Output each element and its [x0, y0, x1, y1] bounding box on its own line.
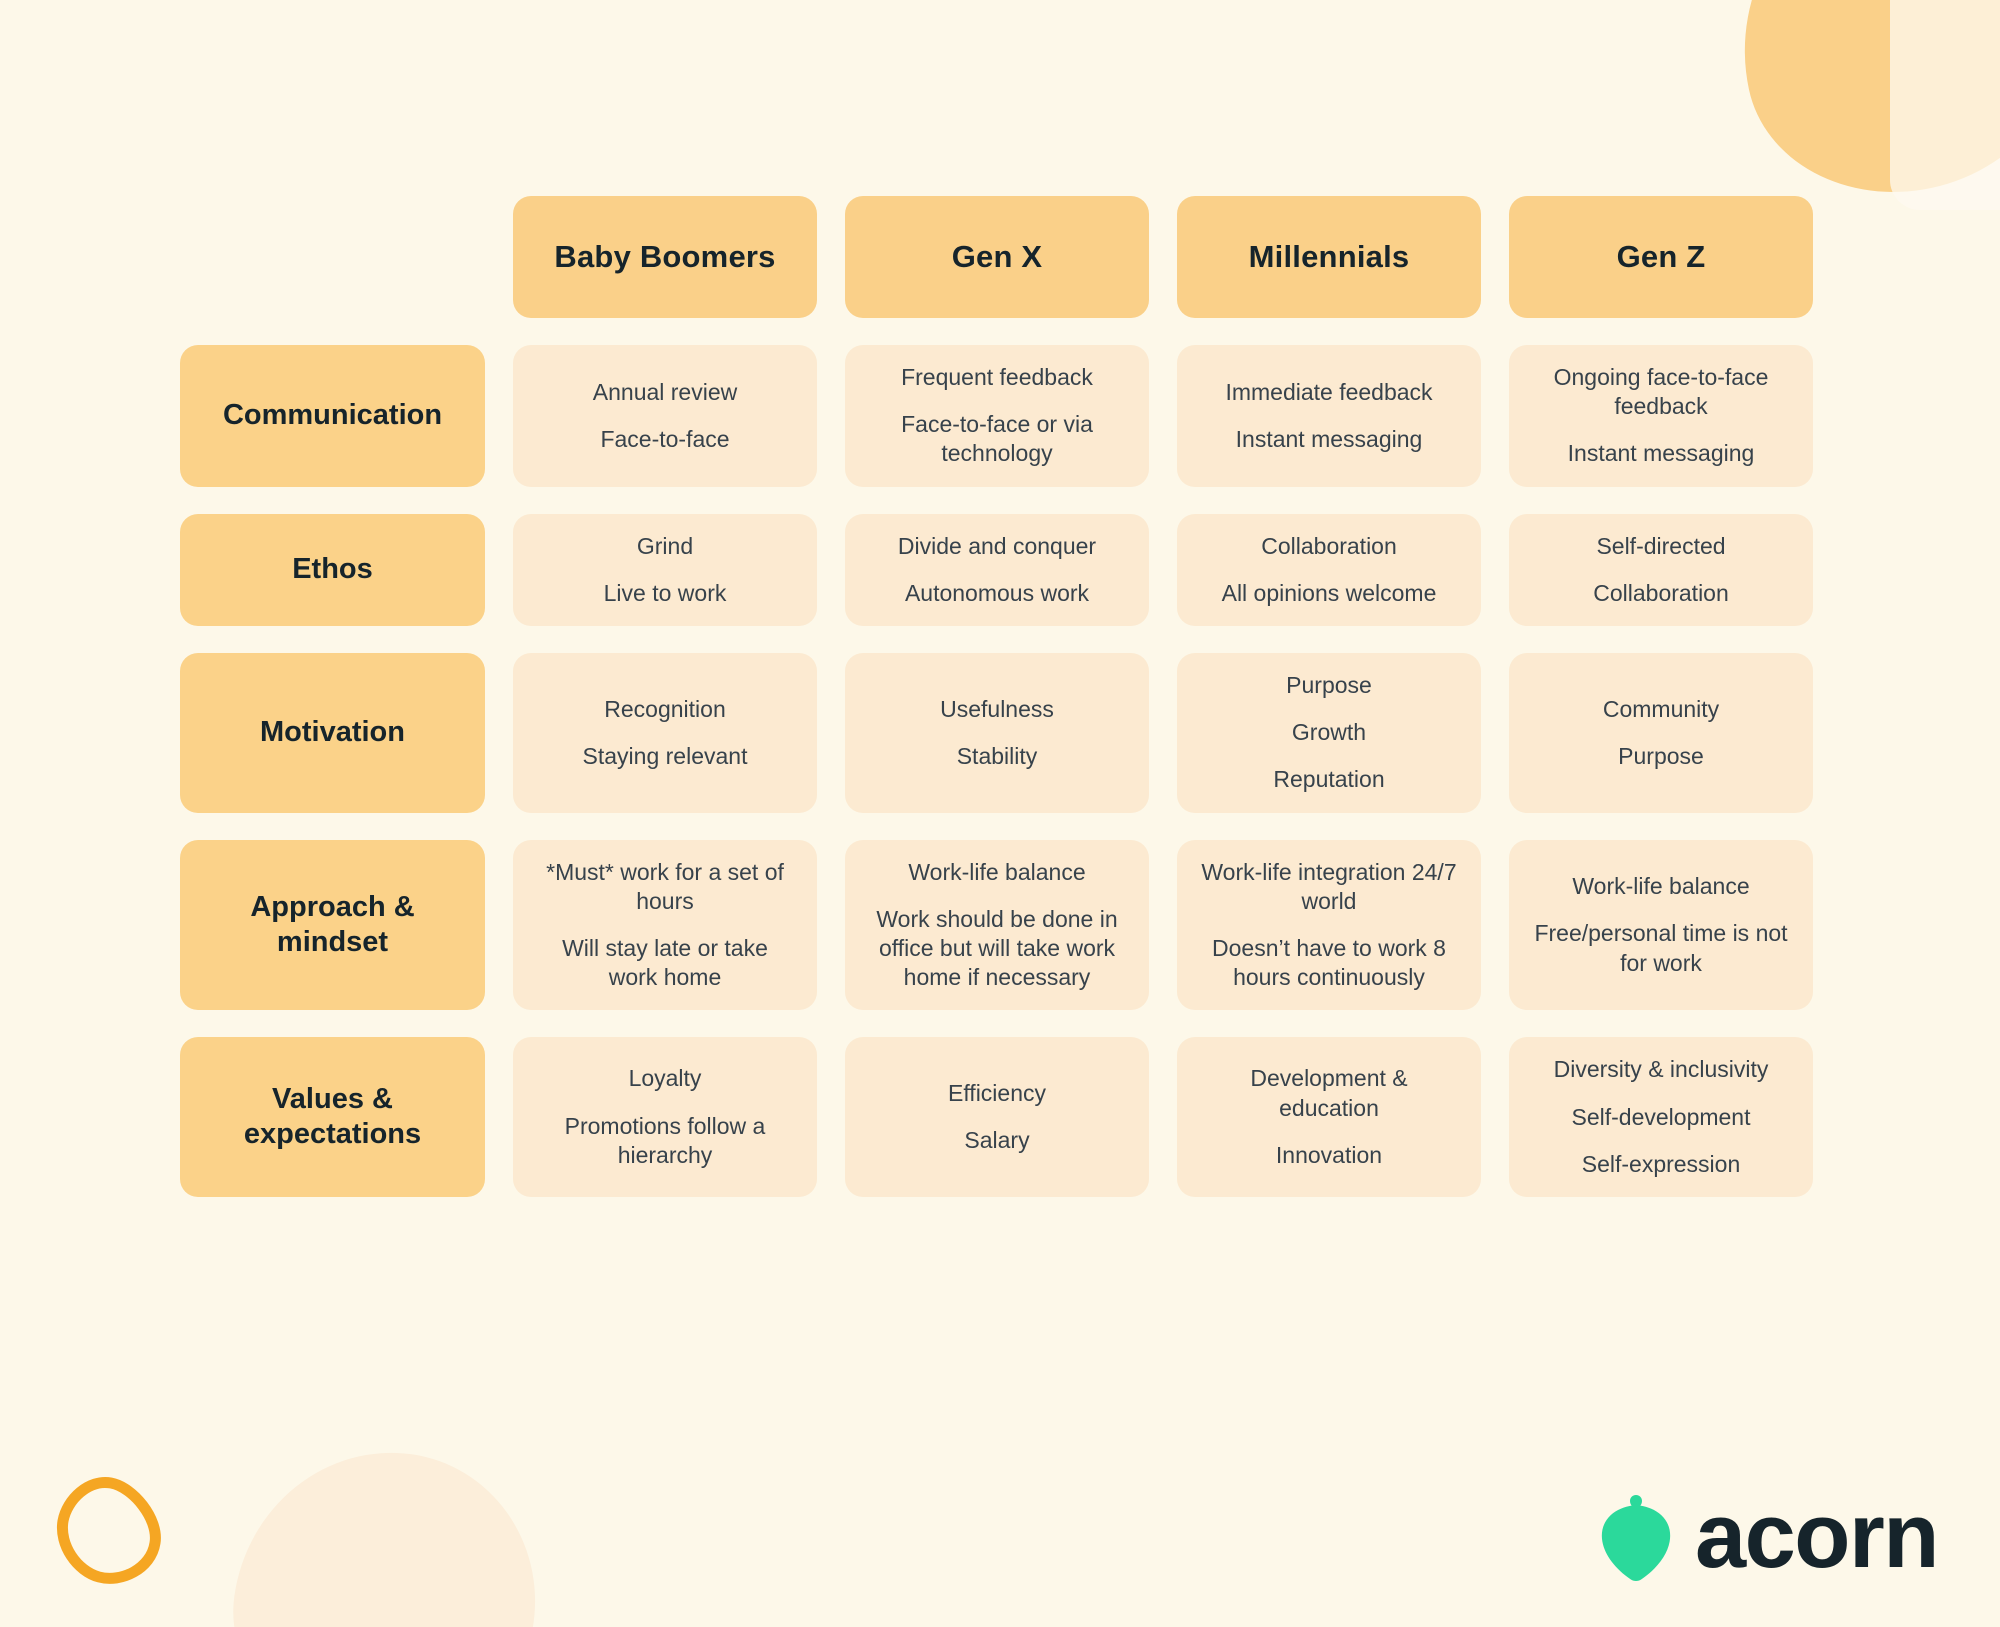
- cell-line: Work should be done in office but will t…: [876, 905, 1118, 991]
- cell-line: Loyalty: [628, 1065, 702, 1092]
- cell-line: Instant messaging: [1567, 440, 1755, 467]
- cell-values-gen-x: Efficiency Salary: [845, 1037, 1149, 1198]
- cell-line: Recognition: [604, 695, 726, 722]
- cell-communication-gen-z: Ongoing face-to-face feedback Instant me…: [1509, 345, 1813, 487]
- cell-ethos-baby-boomers: Grind Live to work: [513, 513, 817, 627]
- cell-line: Salary: [964, 1127, 1030, 1154]
- cell-values-gen-z: Diversity & inclusivity Self-development…: [1509, 1037, 1813, 1198]
- row-header-label: Communication: [222, 399, 443, 432]
- cell-motivation-gen-x: Usefulness Stability: [845, 653, 1149, 813]
- cell-ethos-millennials: Collaboration All opinions welcome: [1177, 513, 1481, 627]
- row-header-label: Approach & mindset: [250, 890, 415, 959]
- row-header-ethos: Ethos: [180, 513, 485, 627]
- cell-line: Self-expression: [1581, 1150, 1741, 1177]
- column-header-label: Gen X: [951, 239, 1043, 274]
- cell-line: Live to work: [603, 579, 727, 606]
- cell-line: Development & education: [1250, 1065, 1408, 1121]
- column-header-millennials: Millennials: [1177, 196, 1481, 318]
- generations-comparison-table: Baby Boomers Gen X Millennials Gen Z Com…: [180, 196, 1820, 1198]
- cell-line: Divide and conquer: [897, 532, 1097, 559]
- cell-communication-baby-boomers: Annual review Face-to-face: [513, 345, 817, 487]
- cell-line: Work-life balance: [1572, 873, 1750, 900]
- cell-approach-gen-x: Work-life balance Work should be done in…: [845, 839, 1149, 1011]
- row-header-communication: Communication: [180, 345, 485, 487]
- cell-line: Efficiency: [947, 1080, 1046, 1107]
- row-header-label: Ethos: [292, 553, 373, 586]
- cell-approach-baby-boomers: *Must* work for a set of hours Will stay…: [513, 839, 817, 1011]
- brand-wordmark: acorn: [1694, 1485, 1940, 1588]
- cell-line: Self-directed: [1596, 532, 1726, 559]
- brand-logo: acorn: [1597, 1485, 1940, 1588]
- cell-line: Work-life integration 24/7 world: [1201, 858, 1457, 914]
- cell-line: Reputation: [1273, 766, 1385, 793]
- decorative-triangle-outline-icon: [56, 1477, 161, 1584]
- row-header-motivation: Motivation: [180, 653, 485, 813]
- row-header-approach-mindset: Approach & mindset: [180, 839, 485, 1011]
- cell-approach-millennials: Work-life integration 24/7 world Doesn’t…: [1177, 839, 1481, 1011]
- cell-line: Purpose: [1618, 742, 1704, 769]
- cell-line: Staying relevant: [582, 742, 748, 769]
- cell-motivation-gen-z: Community Purpose: [1509, 653, 1813, 813]
- cell-line: Autonomous work: [904, 579, 1090, 606]
- decorative-panel-top-right: [1890, 0, 2000, 210]
- column-header-gen-x: Gen X: [845, 196, 1149, 318]
- cell-line: Promotions follow a hierarchy: [564, 1112, 766, 1168]
- cell-line: Ongoing face-to-face feedback: [1553, 364, 1769, 420]
- column-header-label: Baby Boomers: [554, 239, 776, 274]
- cell-motivation-millennials: Purpose Growth Reputation: [1177, 653, 1481, 813]
- cell-line: Community: [1602, 695, 1720, 722]
- cell-motivation-baby-boomers: Recognition Staying relevant: [513, 653, 817, 813]
- column-header-gen-z: Gen Z: [1509, 196, 1813, 318]
- cell-line: Diversity & inclusivity: [1553, 1056, 1769, 1083]
- cell-line: Face-to-face: [600, 425, 730, 452]
- cell-line: Immediate feedback: [1225, 378, 1433, 405]
- cell-line: Frequent feedback: [901, 364, 1093, 390]
- decorative-blob-bottom-left: [215, 1432, 555, 1627]
- cell-line: Collaboration: [1261, 532, 1397, 559]
- cell-line: All opinions welcome: [1221, 579, 1437, 606]
- cell-line: Growth: [1291, 719, 1367, 746]
- cell-line: Free/personal time is not for work: [1534, 920, 1788, 976]
- cell-line: Stability: [956, 742, 1038, 769]
- cell-communication-gen-x: Frequent feedback Face-to-face or via te…: [845, 345, 1149, 487]
- cell-line: Usefulness: [940, 695, 1054, 722]
- cell-values-baby-boomers: Loyalty Promotions follow a hierarchy: [513, 1037, 817, 1198]
- cell-approach-gen-z: Work-life balance Free/personal time is …: [1509, 839, 1813, 1011]
- cell-line: Face-to-face or via technology: [901, 411, 1093, 467]
- cell-line: Purpose: [1286, 672, 1372, 699]
- row-header-label: Values & expectations: [243, 1082, 422, 1151]
- cell-line: Self-development: [1571, 1103, 1751, 1130]
- cell-line: Work-life balance: [908, 858, 1086, 885]
- acorn-icon: [1601, 1495, 1671, 1582]
- cell-communication-millennials: Immediate feedback Instant messaging: [1177, 345, 1481, 487]
- cell-values-millennials: Development & education Innovation: [1177, 1037, 1481, 1198]
- row-header-label: Motivation: [260, 716, 405, 749]
- cell-line: Instant messaging: [1235, 425, 1423, 452]
- cell-line: Collaboration: [1593, 579, 1729, 606]
- column-header-label: Gen Z: [1616, 239, 1706, 274]
- cell-line: Grind: [636, 532, 694, 559]
- cell-ethos-gen-z: Self-directed Collaboration: [1509, 513, 1813, 627]
- column-header-label: Millennials: [1248, 239, 1410, 274]
- cell-line: Doesn’t have to work 8 hours continuousl…: [1212, 935, 1446, 991]
- column-header-baby-boomers: Baby Boomers: [513, 196, 817, 318]
- cell-line: Innovation: [1275, 1141, 1383, 1168]
- cell-line: *Must* work for a set of hours: [546, 858, 784, 914]
- cell-line: Will stay late or take work home: [562, 935, 768, 991]
- cell-ethos-gen-x: Divide and conquer Autonomous work: [845, 513, 1149, 627]
- row-header-values-expectations: Values & expectations: [180, 1037, 485, 1198]
- decorative-blob-top-right: [1710, 0, 2000, 221]
- table-corner-spacer: [180, 196, 485, 318]
- cell-line: Annual review: [592, 378, 738, 405]
